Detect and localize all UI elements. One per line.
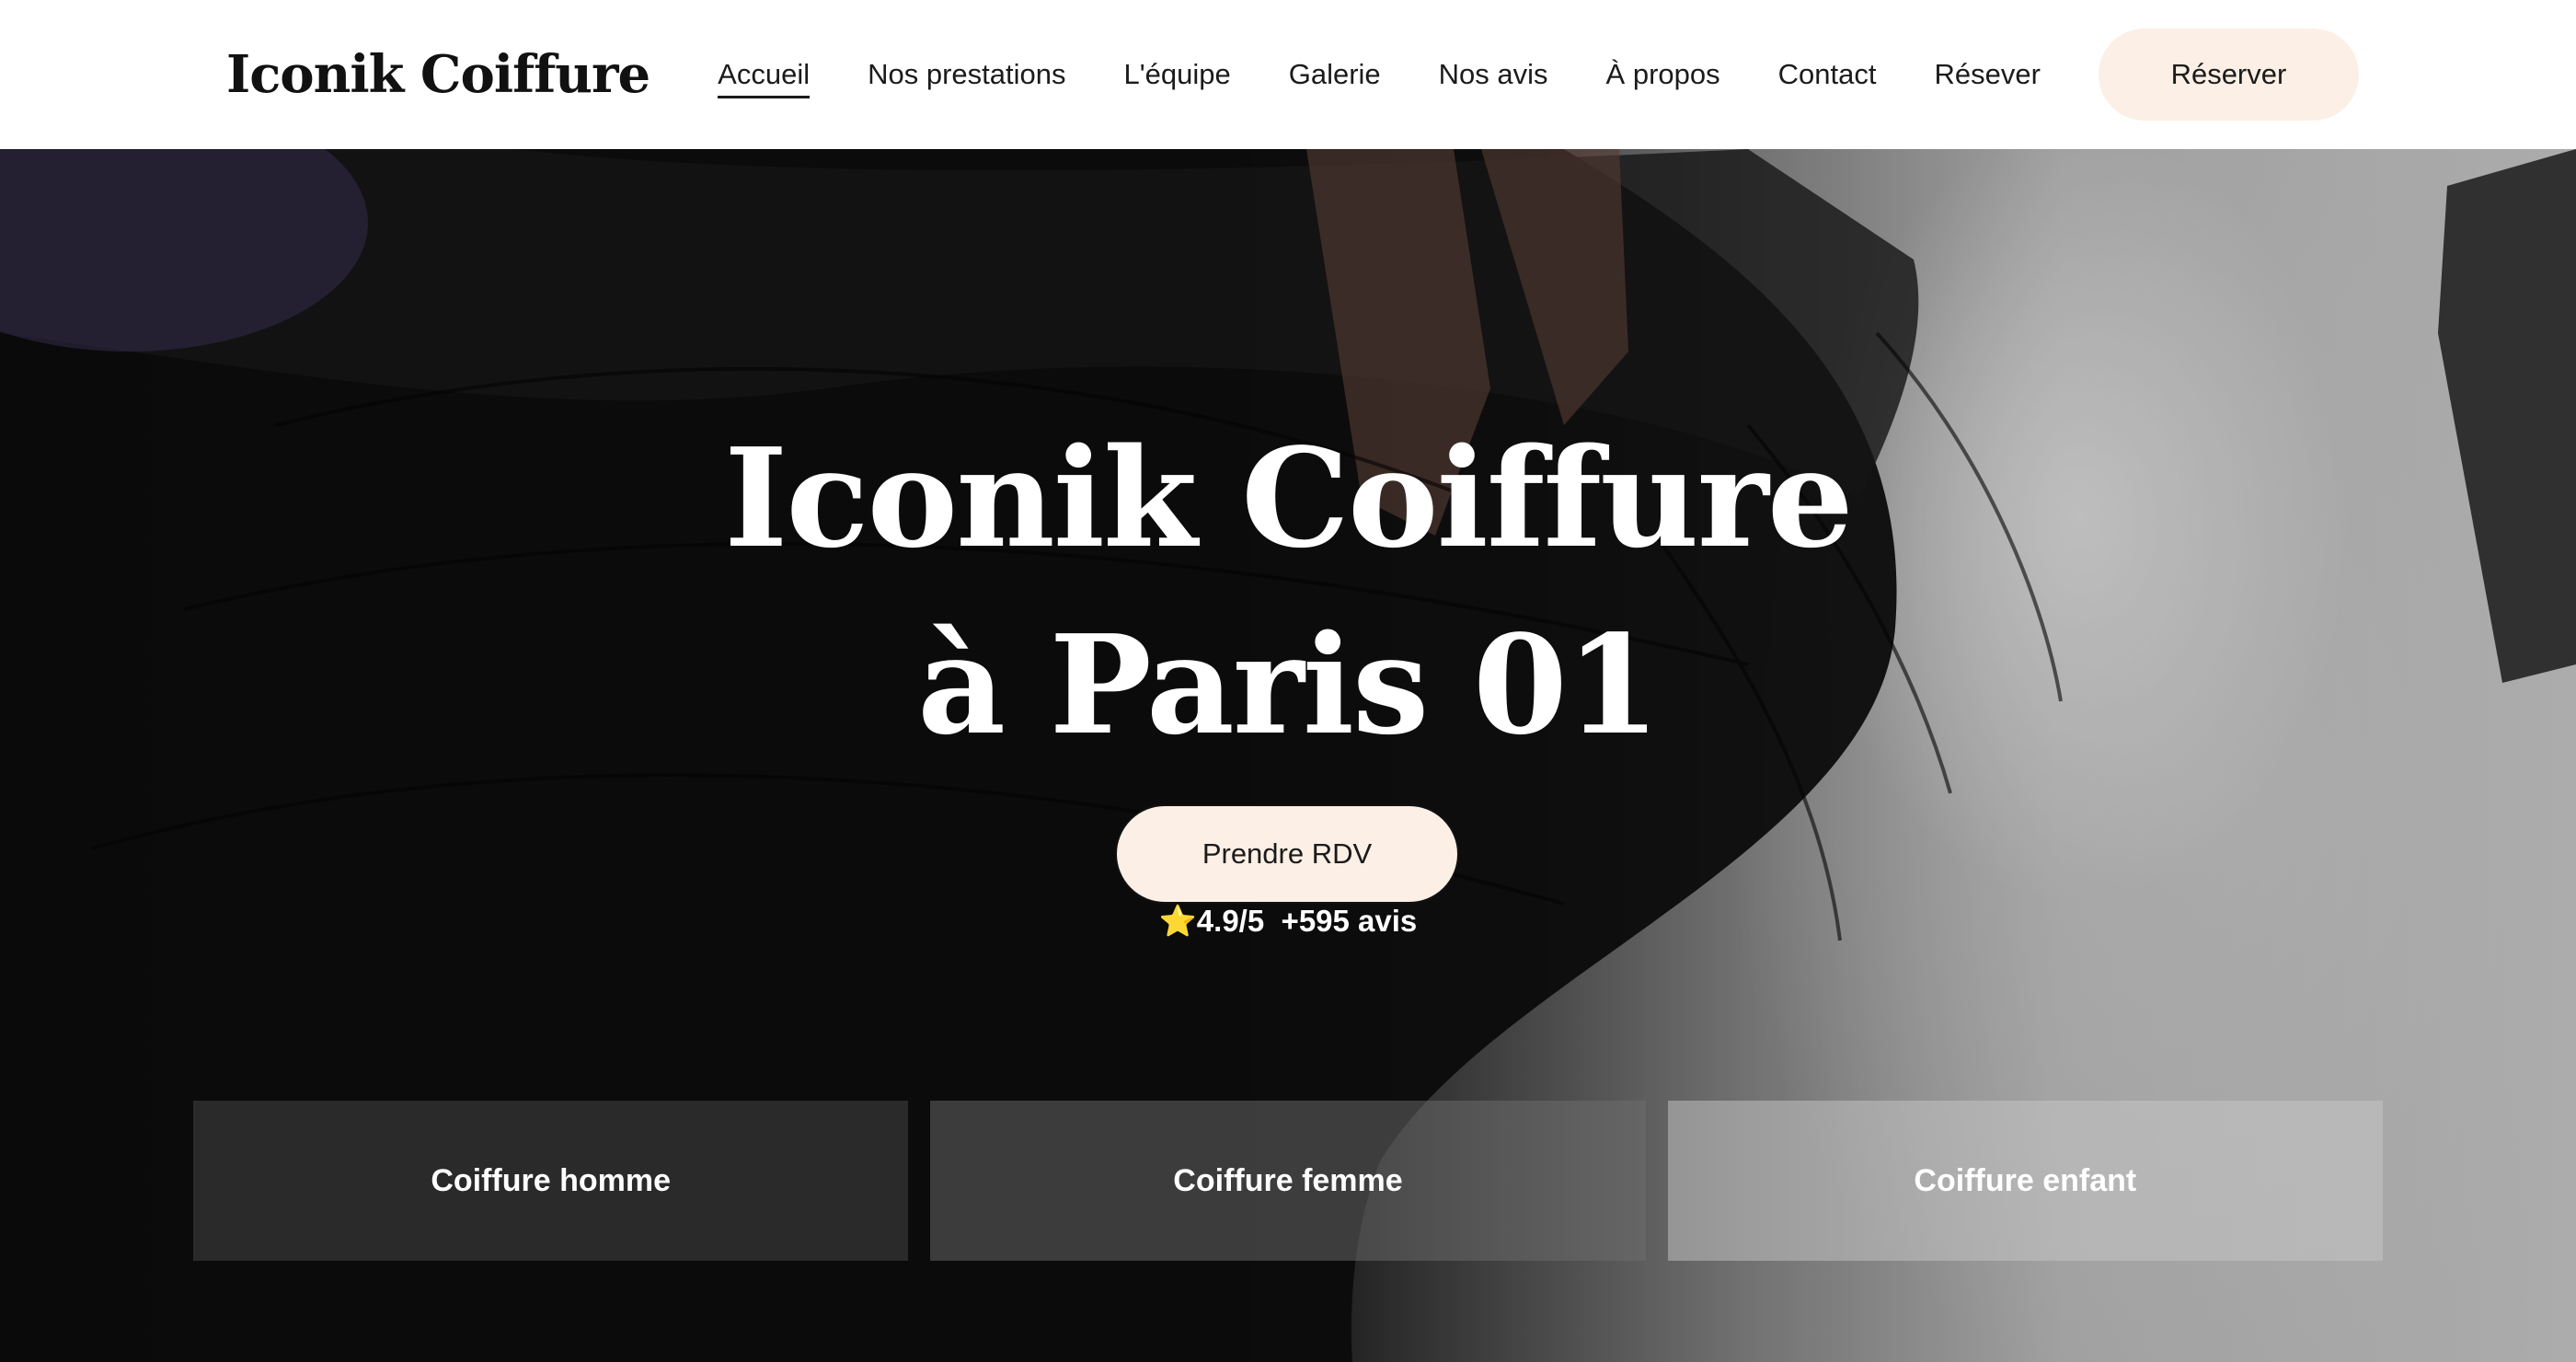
nav-item-avis[interactable]: Nos avis [1439, 51, 1548, 98]
nav-item-resever[interactable]: Résever [1934, 51, 2040, 98]
prendre-rdv-button[interactable]: Prendre RDV [1115, 804, 1459, 904]
nav-item-accueil[interactable]: Accueil [718, 51, 810, 98]
rating-score: 4.9/5 [1196, 904, 1265, 938]
main-nav: Accueil Nos prestations L'équipe Galerie… [718, 51, 2099, 98]
star-icon: ⭐ [1158, 904, 1197, 938]
site-logo[interactable]: Iconik Coiffure [226, 44, 650, 105]
rating-summary: ⭐4.9/5 +595 avis [0, 904, 2576, 940]
card-coiffure-enfant[interactable]: Coiffure enfant [1667, 1101, 2383, 1261]
reserve-button[interactable]: Réserver [2098, 29, 2359, 121]
review-count: +595 avis [1281, 904, 1418, 938]
hero-title-line2: à Paris 01 [917, 605, 1661, 765]
nav-item-equipe[interactable]: L'équipe [1123, 51, 1230, 98]
nav-item-prestations[interactable]: Nos prestations [868, 51, 1065, 98]
card-coiffure-femme[interactable]: Coiffure femme [930, 1101, 1646, 1261]
nav-item-contact[interactable]: Contact [1778, 51, 1877, 98]
nav-item-galerie[interactable]: Galerie [1289, 51, 1381, 98]
service-cards: Coiffure homme Coiffure femme Coiffure e… [193, 1101, 2383, 1261]
nav-item-a-propos[interactable]: À propos [1606, 51, 1720, 98]
hero-title-line1: Iconik Coiffure [724, 418, 1854, 578]
hero-section: Iconik Coiffure à Paris 01 Prendre RDV ⭐… [0, 149, 2576, 1362]
card-coiffure-homme[interactable]: Coiffure homme [193, 1101, 909, 1261]
site-header: Iconik Coiffure Accueil Nos prestations … [0, 0, 2576, 149]
